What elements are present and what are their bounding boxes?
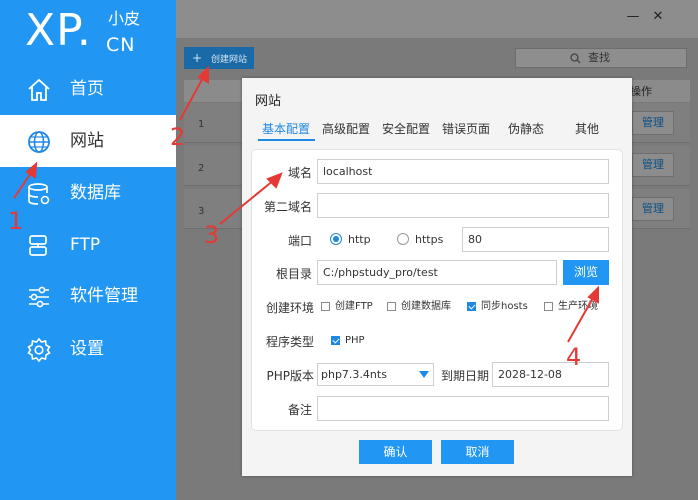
annotation-1: 1 bbox=[8, 207, 24, 235]
annotation-arrow-2 bbox=[179, 75, 205, 121]
annotation-arrowhead-1 bbox=[25, 161, 38, 179]
annotation-4: 4 bbox=[566, 343, 582, 371]
annotation-arrowhead-3 bbox=[266, 172, 283, 189]
annotation-arrowhead-2 bbox=[197, 65, 209, 84]
annotation-arrow-4 bbox=[567, 295, 595, 343]
annotation-arrows bbox=[13, 65, 599, 343]
annotation-3: 3 bbox=[204, 221, 220, 249]
annotation-2: 2 bbox=[170, 123, 186, 151]
annotation-arrowhead-4 bbox=[587, 285, 599, 304]
annotation-arrow-3 bbox=[219, 179, 275, 225]
